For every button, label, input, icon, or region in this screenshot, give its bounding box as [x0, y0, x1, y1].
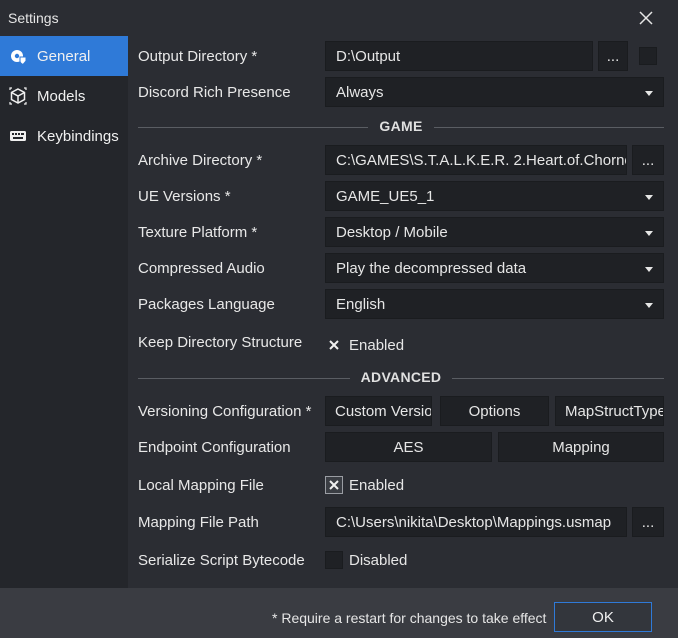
window-title: Settings [8, 10, 59, 26]
mapping-button[interactable]: Mapping [498, 432, 664, 462]
discord-rich-presence-select[interactable]: Always [325, 77, 664, 107]
check-mark-icon [325, 476, 343, 494]
aes-button[interactable]: AES [325, 432, 492, 462]
ok-button[interactable]: OK [554, 602, 652, 632]
output-directory-label: Output Directory * [138, 48, 258, 65]
serialize-script-bytecode-label: Serialize Script Bytecode [138, 552, 305, 569]
checkbox-label: Enabled [349, 336, 405, 354]
restart-note: * Require a restart for changes to take … [272, 610, 547, 626]
compressed-audio-select[interactable]: Play the decompressed data [325, 253, 664, 283]
versioning-configuration-label: Versioning Configuration * [138, 403, 312, 420]
section-header-advanced: ADVANCED [138, 369, 664, 387]
mapping-file-path-browse-button[interactable]: ... [632, 507, 664, 537]
ue-versions-value: GAME_UE5_1 [336, 187, 435, 205]
keyboard-icon [8, 126, 28, 146]
keep-directory-structure-label: Keep Directory Structure [138, 334, 303, 351]
archive-directory-input[interactable]: C:\GAMES\S.T.A.L.K.E.R. 2.Heart.of.Chorn… [325, 145, 627, 175]
gear-shield-icon [8, 46, 28, 66]
custom-versions-button[interactable]: Custom Versions [325, 396, 432, 426]
mapstructtypes-button[interactable]: MapStructTypes [555, 396, 664, 426]
mapping-file-path-label: Mapping File Path [138, 514, 259, 531]
sidebar-item-label: Models [37, 87, 86, 105]
keep-directory-structure-checkbox[interactable]: Enabled [325, 336, 404, 354]
sidebar-item-label: General [37, 47, 91, 65]
section-divider [434, 127, 664, 128]
packages-language-select[interactable]: English [325, 289, 664, 319]
chevron-down-icon [645, 195, 653, 200]
chevron-down-icon [645, 267, 653, 272]
ue-versions-select[interactable]: GAME_UE5_1 [325, 181, 664, 211]
texture-platform-select[interactable]: Desktop / Mobile [325, 217, 664, 247]
sidebar-item-models[interactable]: Models [0, 76, 128, 116]
section-divider [452, 378, 664, 379]
ue-versions-label: UE Versions * [138, 188, 231, 205]
unchecked-box-icon [325, 551, 343, 569]
section-title: GAME [379, 118, 423, 134]
options-button[interactable]: Options [440, 396, 549, 426]
section-header-game: GAME [138, 118, 664, 136]
output-directory-extra-button[interactable] [639, 47, 657, 65]
checkbox-label: Enabled [349, 476, 405, 494]
texture-platform-value: Desktop / Mobile [336, 223, 448, 241]
compressed-audio-label: Compressed Audio [138, 260, 265, 277]
close-button[interactable] [632, 4, 660, 32]
local-mapping-file-checkbox[interactable]: Enabled [325, 476, 404, 494]
check-mark-icon [325, 336, 343, 354]
footer-bar: * Require a restart for changes to take … [0, 588, 678, 638]
archive-directory-label: Archive Directory * [138, 152, 263, 169]
packages-language-value: English [336, 295, 386, 313]
local-mapping-file-label: Local Mapping File [138, 477, 264, 494]
sidebar: General Models Keybindings [0, 36, 128, 588]
serialize-script-bytecode-checkbox[interactable]: Disabled [325, 551, 407, 569]
close-icon [639, 11, 653, 25]
sidebar-item-keybindings[interactable]: Keybindings [0, 116, 128, 156]
sidebar-item-label: Keybindings [37, 127, 119, 145]
discord-rich-presence-label: Discord Rich Presence [138, 84, 291, 101]
compressed-audio-value: Play the decompressed data [336, 259, 527, 277]
output-directory-browse-button[interactable]: ... [598, 41, 628, 71]
checkbox-label: Disabled [349, 551, 408, 569]
title-bar: Settings [0, 0, 678, 36]
output-directory-input[interactable]: D:\Output [325, 41, 593, 71]
archive-directory-browse-button[interactable]: ... [632, 145, 664, 175]
endpoint-configuration-label: Endpoint Configuration [138, 439, 291, 456]
section-title: ADVANCED [360, 369, 442, 385]
chevron-down-icon [645, 91, 653, 96]
packages-language-label: Packages Language [138, 296, 275, 313]
chevron-down-icon [645, 231, 653, 236]
general-settings-panel: Output Directory * D:\Output ... Discord… [128, 36, 678, 588]
sidebar-item-general[interactable]: General [0, 36, 128, 76]
mapping-file-path-input[interactable]: C:\Users\nikita\Desktop\Mappings.usmap [325, 507, 627, 537]
cube-icon [8, 86, 28, 106]
chevron-down-icon [645, 303, 653, 308]
texture-platform-label: Texture Platform * [138, 224, 258, 241]
discord-rich-presence-value: Always [336, 83, 384, 101]
